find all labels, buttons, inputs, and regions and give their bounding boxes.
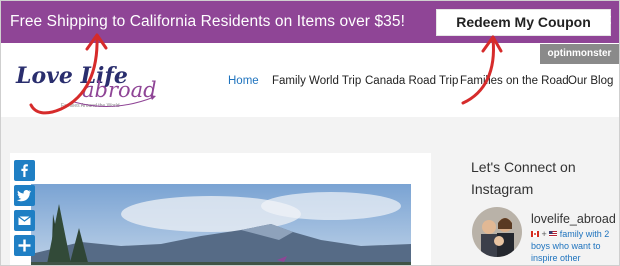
facebook-icon [21, 164, 28, 177]
twitter-share-button[interactable] [14, 185, 35, 206]
sidebar-widget-title: Let's Connect on Instagram [471, 159, 576, 197]
redeem-coupon-button[interactable]: Redeem My Coupon [436, 9, 611, 36]
nav-home[interactable]: Home [228, 75, 259, 87]
site-header: Love Life abroad Families Around the Wor… [1, 43, 619, 117]
usa-flag-icon [549, 228, 558, 237]
twitter-icon [17, 189, 32, 202]
more-share-button[interactable] [14, 235, 35, 256]
optinmonster-badge[interactable]: optinmonster [540, 44, 619, 64]
nav-family-world-trip[interactable]: Family World Trip [272, 75, 361, 87]
instagram-bio: + family with 2 boys who want to inspire… [531, 228, 610, 263]
canada-flag-icon [531, 228, 539, 237]
instagram-username[interactable]: lovelife_abroad [531, 212, 616, 226]
share-plus-icon [18, 239, 31, 252]
nav-canada-road-trip[interactable]: Canada Road Trip [365, 75, 458, 87]
close-icon[interactable]: ✕ [600, 13, 614, 27]
nav-our-blog[interactable]: Our Blog [568, 75, 613, 87]
promo-message: Free Shipping to California Residents on… [10, 13, 406, 30]
facebook-share-button[interactable] [14, 160, 35, 181]
email-icon [18, 216, 31, 225]
svg-text:abroad: abroad [82, 78, 157, 102]
browser-frame: Free Shipping to California Residents on… [0, 0, 620, 266]
email-share-button[interactable] [14, 210, 35, 231]
promo-floating-bar: Free Shipping to California Residents on… [1, 1, 619, 43]
instagram-avatar[interactable] [472, 207, 522, 257]
nav-families-on-the-road[interactable]: Families on the Road [460, 75, 569, 87]
site-logo[interactable]: Love Life abroad Families Around the Wor… [14, 53, 164, 109]
logo-graphic: Love Life abroad Families Around the Wor… [15, 63, 157, 109]
featured-photo [31, 184, 411, 265]
